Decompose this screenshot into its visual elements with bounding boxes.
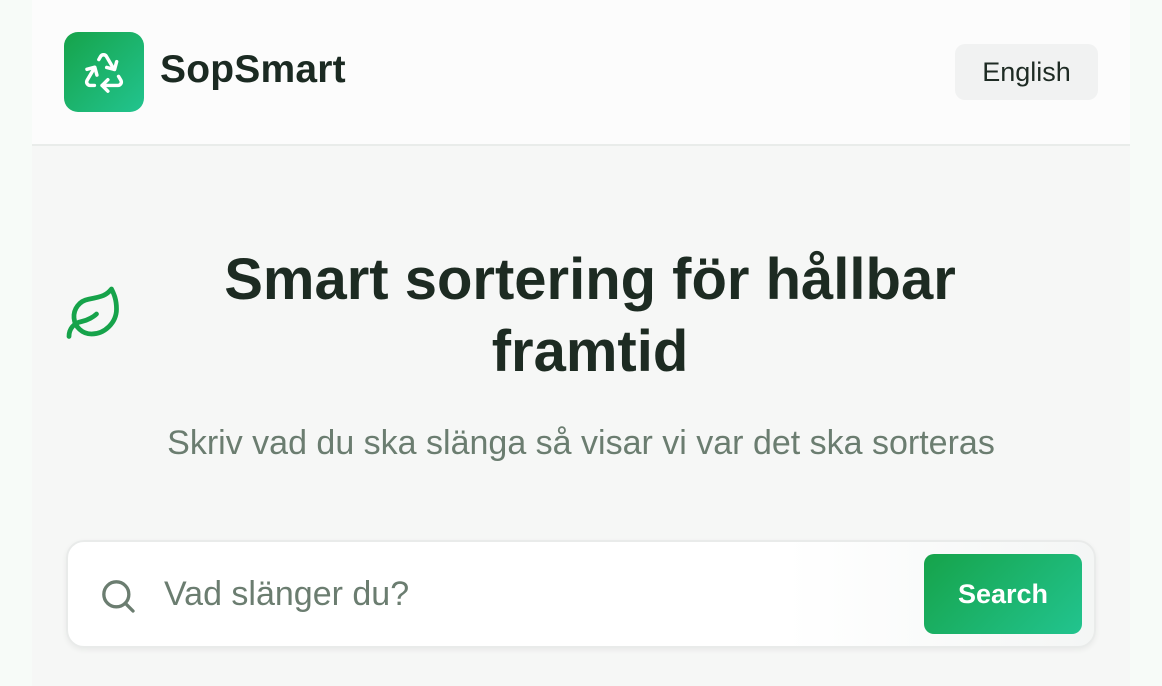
search-icon [102,580,135,613]
header: SopSmart English [32,0,1130,146]
search-button[interactable]: Search [924,554,1082,634]
recycle-icon [84,53,124,93]
brand-name: SopSmart [160,48,346,91]
logo[interactable] [64,32,144,112]
hero-title: Smart sortering för hållbar framtid [224,247,956,384]
search-bar: Search [66,540,1096,648]
search-input[interactable] [164,566,904,622]
hero-subtitle: Skriv vad du ska slänga så visar vi var … [167,424,995,462]
leaf-icon [66,286,119,339]
language-toggle-button[interactable]: English [955,44,1098,100]
